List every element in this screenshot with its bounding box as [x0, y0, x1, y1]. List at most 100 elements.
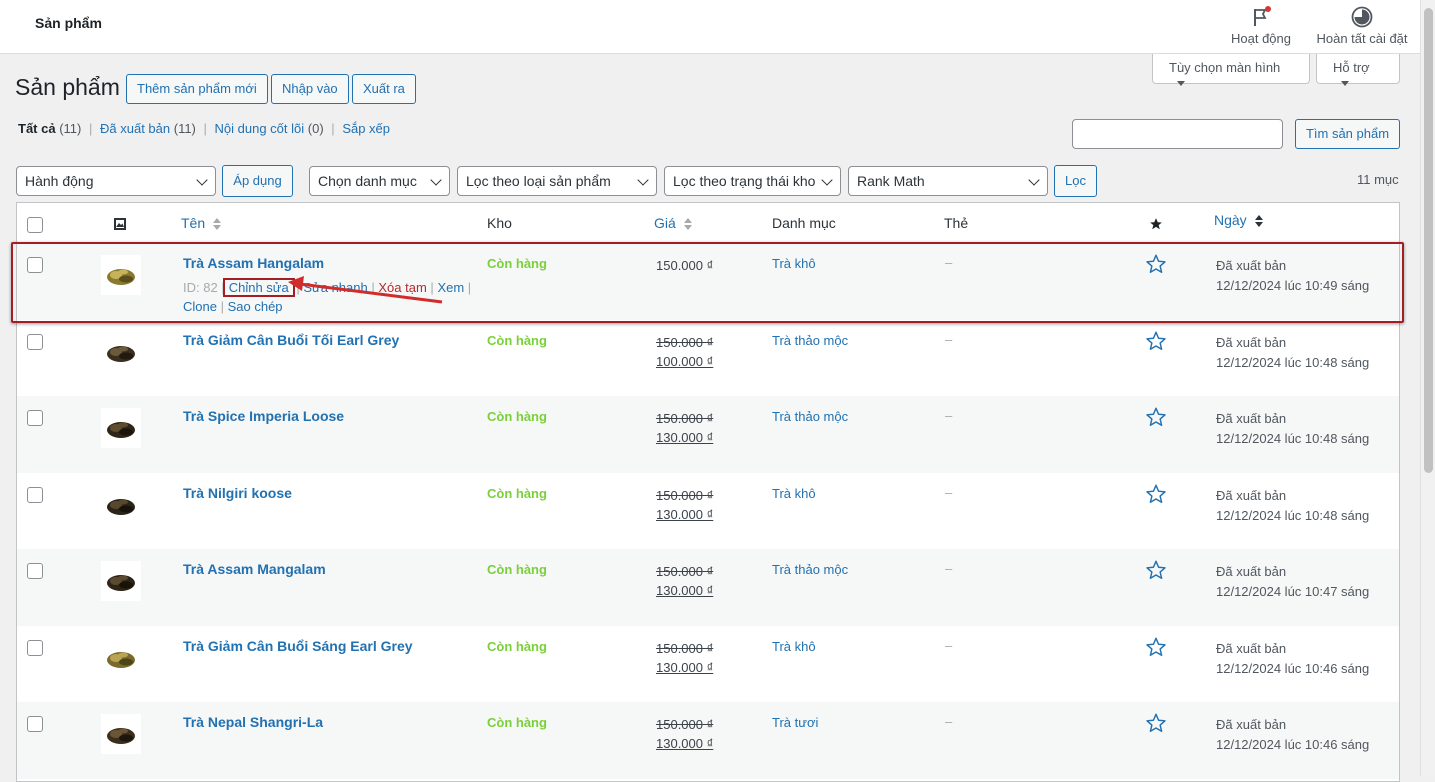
product-thumbnail[interactable] [101, 485, 141, 525]
category-link[interactable]: Trà tươi [772, 715, 818, 730]
publish-date: Đã xuất bản 12/12/2024 lúc 10:48 sáng [1216, 409, 1369, 449]
view-separator: | [203, 121, 207, 136]
select-all-checkbox[interactable] [27, 217, 43, 233]
view-all-link[interactable]: Tất cả [18, 121, 56, 136]
table-row: Trà Assam Hangalam ID: 82 | Chỉnh sửa | Sử… [17, 243, 1399, 320]
add-new-product-button[interactable]: Thêm sản phẩm mới [126, 74, 268, 104]
product-thumbnail[interactable] [101, 561, 141, 601]
admin-header: Sản phẩm Hoạt động Hoàn tất cài đặt [0, 0, 1420, 54]
stock-status-value: Lọc theo trạng thái kho [673, 173, 816, 189]
scrollbar-thumb[interactable] [1424, 8, 1433, 473]
product-name-link[interactable]: Trà Nepal Shangri-La [183, 714, 323, 730]
image-icon [114, 218, 126, 230]
star-outline-icon[interactable] [1145, 712, 1167, 734]
trash-link[interactable]: Xóa tạm [378, 280, 426, 295]
row-checkbox[interactable] [27, 716, 43, 732]
category-link[interactable]: Trà khô [772, 256, 816, 271]
product-type-value: Lọc theo loại sản phẩm [466, 173, 611, 189]
clone-link[interactable]: Clone [183, 299, 217, 314]
tags-value: – [945, 638, 953, 653]
quick-edit-link[interactable]: Sửa nhanh [303, 280, 367, 295]
search-input[interactable] [1072, 119, 1283, 149]
bulk-action-select[interactable]: Hành động [16, 166, 216, 196]
rank-math-select[interactable]: Rank Math [848, 166, 1048, 196]
screen-options-button[interactable]: Tùy chọn màn hình [1152, 54, 1310, 87]
product-name-link[interactable]: Trà Assam Mangalam [183, 561, 326, 577]
table-row: Trà Nepal Shangri-La Còn hàng 150.000 ₫ 130… [17, 702, 1399, 779]
regular-price: 150.000 ₫ [656, 411, 714, 426]
product-name-link[interactable]: Trà Spice Imperia Loose [183, 408, 344, 424]
caret-down-icon [1177, 81, 1185, 87]
product-price: 150.000 ₫ 130.000 ₫ [656, 562, 713, 600]
regular-price: 150.000 ₫ [656, 717, 714, 732]
publish-date: Đã xuất bản 12/12/2024 lúc 10:46 sáng [1216, 639, 1369, 679]
star-filled-icon[interactable] [1149, 217, 1163, 231]
row-checkbox[interactable] [27, 640, 43, 656]
category-link[interactable]: Trà thảo mộc [772, 333, 848, 348]
product-type-select[interactable]: Lọc theo loại sản phẩm [457, 166, 657, 196]
screen-options-label: Tùy chọn màn hình [1169, 60, 1281, 75]
view-published-link[interactable]: Đã xuất bản [100, 121, 170, 136]
publish-datetime: 12/12/2024 lúc 10:46 sáng [1216, 737, 1370, 752]
column-date-header[interactable]: Ngày [1214, 212, 1263, 228]
star-outline-icon[interactable] [1145, 330, 1167, 352]
filter-button[interactable]: Lọc [1054, 165, 1097, 197]
chevron-down-icon [196, 174, 208, 186]
row-checkbox[interactable] [27, 487, 43, 503]
product-name-link[interactable]: Trà Assam Hangalam [183, 255, 324, 271]
row-checkbox[interactable] [27, 410, 43, 426]
star-outline-icon[interactable] [1145, 253, 1167, 275]
tags-value: – [945, 332, 953, 347]
activity-button[interactable]: Hoạt động [1228, 6, 1294, 46]
category-link[interactable]: Trà thảo mộc [772, 562, 848, 577]
product-thumbnail[interactable] [101, 332, 141, 372]
product-name-link[interactable]: Trà Giảm Cân Buổi Tối Earl Grey [183, 332, 399, 348]
product-thumbnail[interactable] [101, 408, 141, 448]
product-thumbnail[interactable] [101, 714, 141, 754]
table-row: Trà Spice Imperia Loose Còn hàng 150.000 ₫… [17, 396, 1399, 473]
row-action-separator: | [430, 280, 434, 295]
star-outline-icon[interactable] [1145, 483, 1167, 505]
edit-link[interactable]: Chỉnh sửa [222, 278, 295, 297]
page-scrollbar[interactable] [1420, 0, 1435, 776]
export-button[interactable]: Xuất ra [352, 74, 416, 104]
view-link[interactable]: Xem [437, 280, 464, 295]
tags-value: – [945, 255, 953, 270]
product-price: 150.000 ₫ 130.000 ₫ [656, 486, 713, 524]
star-outline-icon[interactable] [1145, 559, 1167, 581]
view-sort-link[interactable]: Sắp xếp [342, 121, 390, 136]
row-checkbox[interactable] [27, 334, 43, 350]
duplicate-link[interactable]: Sao chép [228, 299, 283, 314]
stock-status: Còn hàng [487, 409, 547, 424]
product-name-link[interactable]: Trà Nilgiri koose [183, 485, 292, 501]
category-link[interactable]: Trà khô [772, 639, 816, 654]
category-link[interactable]: Trà thảo mộc [772, 409, 848, 424]
product-price: 150.000 ₫ [656, 256, 713, 275]
product-thumbnail[interactable] [101, 638, 141, 678]
star-outline-icon[interactable] [1145, 636, 1167, 658]
product-price: 150.000 ₫ 130.000 ₫ [656, 639, 713, 677]
product-thumbnail[interactable] [101, 255, 141, 295]
sort-icon [213, 218, 222, 231]
publish-date: Đã xuất bản 12/12/2024 lúc 10:46 sáng [1216, 715, 1369, 755]
apply-button[interactable]: Áp dụng [222, 165, 293, 197]
setup-button[interactable]: Hoàn tất cài đặt [1314, 6, 1410, 46]
category-select[interactable]: Chọn danh mục [309, 166, 450, 196]
table-header: Tên Kho Giá Danh mục Thẻ Ngày [17, 203, 1399, 243]
import-button[interactable]: Nhập vào [271, 74, 349, 104]
help-button[interactable]: Hỗ trợ [1316, 54, 1400, 87]
row-checkbox[interactable] [27, 563, 43, 579]
star-outline-icon[interactable] [1145, 406, 1167, 428]
stock-status: Còn hàng [487, 486, 547, 501]
table-row: Trà Giảm Cân Buổi Sáng Earl Grey Còn hàng… [17, 626, 1399, 703]
activity-label: Hoạt động [1231, 31, 1291, 46]
header-title: Sản phẩm [35, 15, 102, 31]
row-checkbox[interactable] [27, 257, 43, 273]
category-link[interactable]: Trà khô [772, 486, 816, 501]
column-name-header[interactable]: Tên [181, 215, 222, 231]
column-price-header[interactable]: Giá [654, 215, 692, 231]
product-name-link[interactable]: Trà Giảm Cân Buổi Sáng Earl Grey [183, 638, 413, 654]
search-products-button[interactable]: Tìm sản phẩm [1295, 119, 1400, 149]
stock-status-select[interactable]: Lọc theo trạng thái kho [664, 166, 841, 196]
view-cornerstone-link[interactable]: Nội dung cốt lõi [215, 121, 305, 136]
